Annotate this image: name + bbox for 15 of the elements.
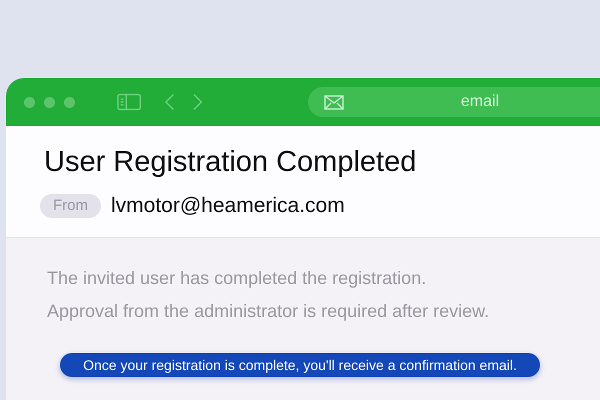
caption: Once your registration is complete, you'll receive a confirmation email. [60,353,540,377]
sidebar-icon[interactable] [117,93,142,111]
window-control[interactable] [64,96,75,108]
email-subject: User Registration Completed [44,145,418,180]
address-text: email [460,92,500,112]
from-label: From [40,194,101,218]
forward-icon[interactable] [192,93,202,111]
address-bar[interactable]: email [308,87,600,117]
window-control[interactable] [24,96,35,108]
envelope-icon [324,94,344,110]
body-text: The invited user has completed the registration. [47,267,428,290]
sender-address: lvmotor@heamerica.com [111,193,345,219]
back-icon[interactable] [165,93,175,111]
body-text: Approval from the administrator is required after review. [47,300,490,323]
window-control[interactable] [44,96,55,108]
